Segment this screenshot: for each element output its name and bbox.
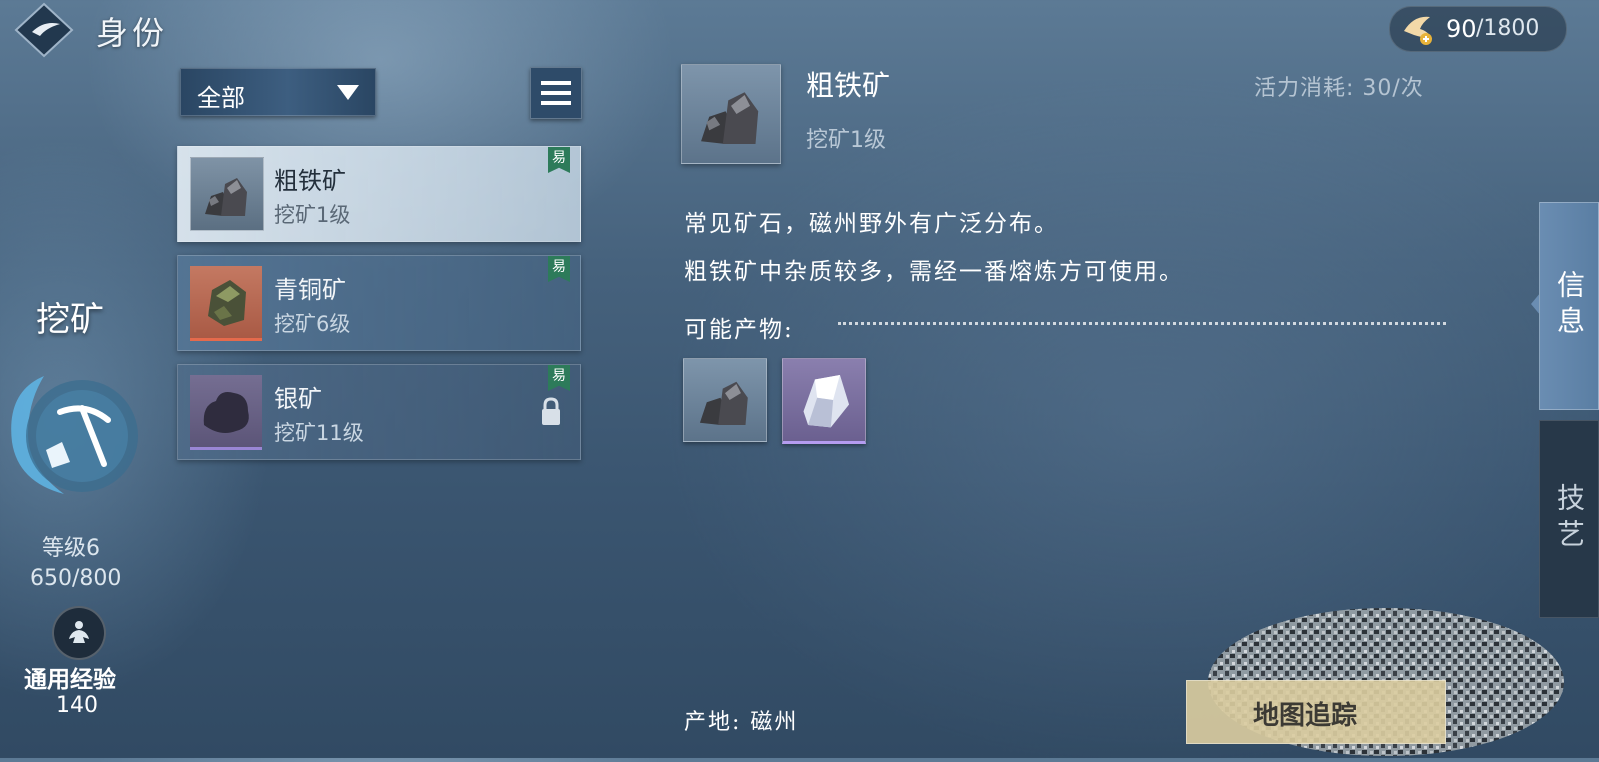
filter-dropdown[interactable]: 全部 xyxy=(180,68,376,116)
ore-thumb xyxy=(190,157,264,231)
tab-label: 信息 xyxy=(1553,270,1586,342)
crane-icon xyxy=(1404,16,1432,45)
general-exp-label: 通用经验 xyxy=(24,667,116,693)
description-line: 常见矿石，磁州野外有广泛分布。 xyxy=(684,211,1059,237)
silver-crystal-icon xyxy=(803,374,850,428)
easy-badge: 易 xyxy=(548,365,570,391)
ore-level: 挖矿6级 xyxy=(274,312,351,336)
origin-label: 产地: 磁州 xyxy=(684,710,799,735)
easy-badge: 易 xyxy=(548,256,570,282)
ore-list-item[interactable]: 青铜矿 挖矿6级 易 xyxy=(177,255,581,351)
description-line: 粗铁矿中杂质较多，需经一番熔炼方可使用。 xyxy=(684,259,1184,285)
energy-current: 90 xyxy=(1446,15,1477,43)
energy-max: /1800 xyxy=(1476,16,1540,41)
detail-name: 粗铁矿 xyxy=(806,69,891,102)
ore-list-item[interactable]: 粗铁矿 挖矿1级 易 xyxy=(177,146,581,242)
tab-skill[interactable]: 技艺 xyxy=(1539,420,1599,618)
general-exp-button[interactable] xyxy=(52,606,106,660)
detail-level: 挖矿1级 xyxy=(806,128,886,153)
iron-ore-icon xyxy=(701,92,759,144)
silver-ore-icon xyxy=(203,392,249,433)
ore-name: 青铜矿 xyxy=(274,276,346,304)
ore-thumb xyxy=(190,266,262,341)
product-slot[interactable] xyxy=(683,358,767,442)
general-exp-value: 140 xyxy=(56,693,98,718)
map-tracking-label: 地图追踪 xyxy=(1253,701,1358,731)
ore-name: 粗铁矿 xyxy=(274,167,346,195)
filter-label: 全部 xyxy=(197,84,245,112)
tab-label: 技艺 xyxy=(1553,483,1586,555)
lock-icon xyxy=(542,397,560,425)
meditation-icon xyxy=(69,621,89,643)
page-title: 身份 xyxy=(96,14,169,52)
iron-ore-icon xyxy=(205,178,247,216)
product-slot[interactable] xyxy=(782,358,866,444)
ore-list-item[interactable]: 银矿 挖矿11级 易 xyxy=(177,364,581,460)
ore-thumb xyxy=(190,375,262,450)
ore-level: 挖矿11级 xyxy=(274,421,364,445)
energy-display: 90 /1800 xyxy=(1389,6,1567,52)
dotted-divider xyxy=(838,322,1446,325)
detail-thumbnail xyxy=(681,64,781,164)
skill-name: 挖矿 xyxy=(36,300,104,340)
menu-button[interactable] xyxy=(530,67,582,119)
tab-info[interactable]: 信息 xyxy=(1539,202,1599,410)
back-button[interactable] xyxy=(14,2,74,58)
products-label: 可能产物: xyxy=(684,317,794,343)
pickaxe-emblem-icon xyxy=(11,376,138,494)
map-tracking-button[interactable]: 地图追踪 xyxy=(1186,680,1446,744)
bronze-ore-icon xyxy=(208,280,246,326)
skill-emblem xyxy=(4,372,150,498)
skill-exp: 650/800 xyxy=(30,566,122,591)
dropdown-arrow-icon xyxy=(337,85,359,100)
vitality-cost: 活力消耗: 30/次 xyxy=(1254,76,1424,101)
ore-name: 银矿 xyxy=(274,385,322,413)
ore-level: 挖矿1级 xyxy=(274,203,351,227)
easy-badge: 易 xyxy=(548,147,570,173)
skill-level: 等级6 xyxy=(42,536,100,561)
back-diamond-icon xyxy=(14,2,74,58)
iron-ore-icon xyxy=(699,381,748,426)
